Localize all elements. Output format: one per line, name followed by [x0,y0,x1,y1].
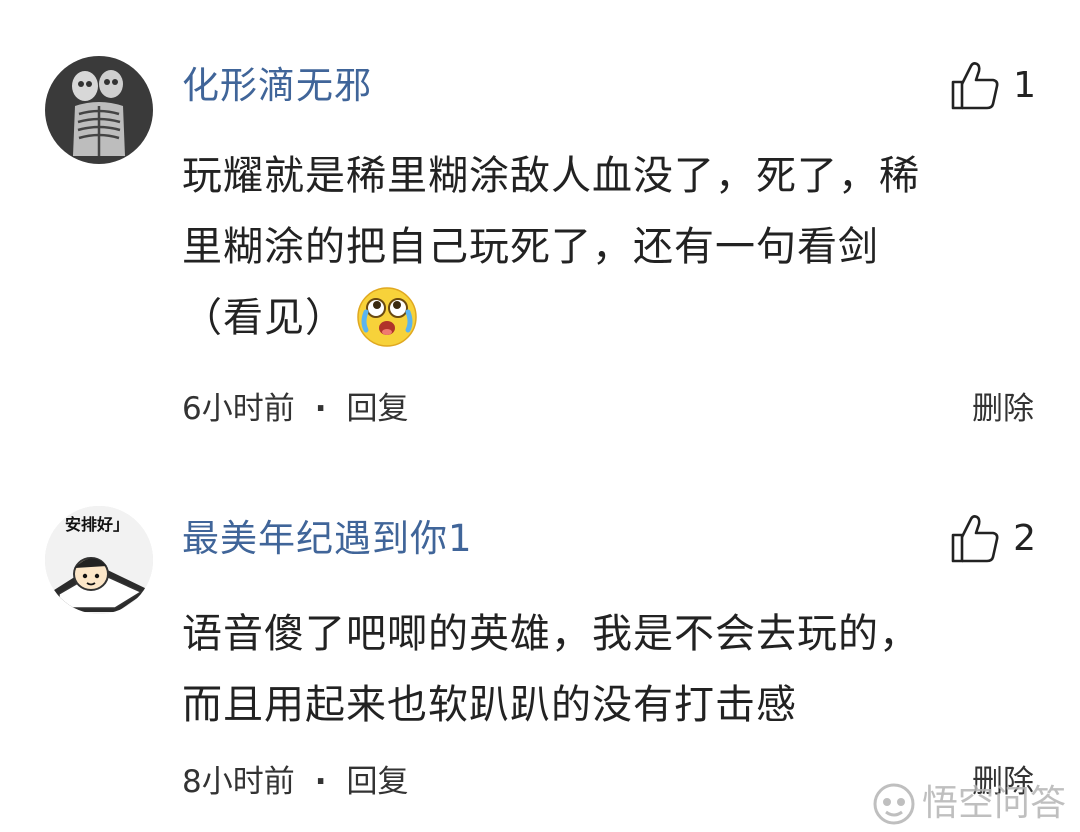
like-count: 1 [1013,65,1036,106]
timestamp: 6小时前 [182,391,295,427]
separator-dot: · [314,764,327,800]
cartoon-avatar-image: 安排好」 [45,506,153,614]
comment-line: 玩耀就是稀里糊涂敌人血没了，死了，稀 [182,153,920,199]
crying-laughing-emoji-icon [354,282,420,348]
comment-line: （看见） [182,295,346,341]
skeleton-avatar-image [45,56,153,164]
like-button[interactable]: 2 [949,511,1036,567]
comment-line: 里糊涂的把自己玩死了，还有一句看剑 [182,224,879,270]
timestamp: 8小时前 [182,764,295,800]
delete-button[interactable]: 删除 [972,387,1034,431]
comment-text: 语音傻了吧唧的英雄，我是不会去玩的， 而且用起来也软趴趴的没有打击感 [182,599,1042,741]
thumbs-up-icon [951,62,999,110]
comment-text: 玩耀就是稀里糊涂敌人血没了，死了，稀 里糊涂的把自己玩死了，还有一句看剑 （看见… [182,141,1042,354]
avatar-caption: 安排好」 [65,515,129,534]
watermark: 悟空问答 [872,782,1066,826]
like-count: 2 [1013,518,1036,559]
comment-item: 安排好」 最美年纪遇到你1 2 语音傻了吧唧的英雄，我是不会去玩的， 而且用起来… [0,460,1080,832]
avatar[interactable]: 安排好」 [45,506,153,614]
comment-item: 化形滴无邪 1 玩耀就是稀里糊涂敌人血没了，死了，稀 里糊涂的把自己玩死了，还有… [0,0,1080,460]
comment-line-with-emoji: （看见） [182,283,1042,354]
username[interactable]: 化形滴无邪 [182,62,372,110]
like-button[interactable]: 1 [949,58,1036,114]
thumbs-up-icon [951,515,999,563]
comment-line: 语音傻了吧唧的英雄，我是不会去玩的， [182,611,920,657]
username[interactable]: 最美年纪遇到你1 [182,515,473,563]
watermark-text: 悟空问答 [921,783,1066,824]
reply-button[interactable]: 回复 [347,760,409,804]
comment-meta: 6小时前 · 回复 [182,387,409,431]
avatar[interactable] [45,56,153,164]
comment-meta: 8小时前 · 回复 [182,760,409,804]
separator-dot: · [314,391,327,427]
wukong-logo-icon [873,783,915,825]
comment-line: 而且用起来也软趴趴的没有打击感 [182,682,797,728]
reply-button[interactable]: 回复 [347,387,409,431]
